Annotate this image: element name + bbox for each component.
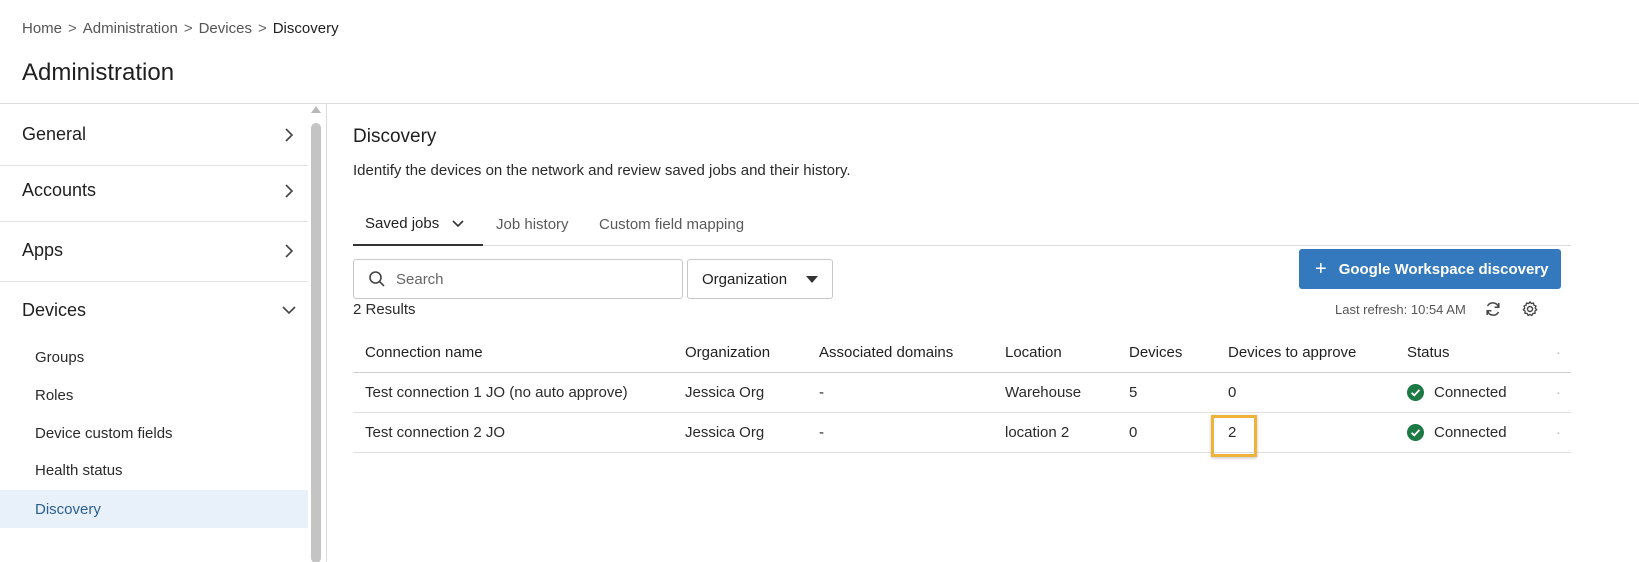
caret-down-icon <box>806 276 818 283</box>
gear-icon[interactable] <box>1521 300 1539 318</box>
sidebar-item-label: Discovery <box>35 500 101 518</box>
tab-label: Saved jobs <box>365 214 440 232</box>
cell-location: location 2 <box>1005 424 1070 441</box>
breadcrumb-current: Discovery <box>272 20 339 37</box>
breadcrumb-devices[interactable]: Devices <box>199 20 252 37</box>
main-content: Discovery Identify the devices on the ne… <box>327 104 1639 562</box>
sidebar-item-groups[interactable]: Groups <box>0 338 308 376</box>
chevron-down-icon <box>452 220 464 228</box>
cell-connection-name[interactable]: Test connection 1 JO (no auto approve) <box>365 373 628 412</box>
table-row[interactable]: Test connection 2 JO Jessica Org - locat… <box>353 413 1571 457</box>
chevron-down-icon <box>282 306 296 315</box>
tab-bar: Saved jobs Job history Custom field mapp… <box>353 202 1571 246</box>
last-refresh: Last refresh: 10:54 AM <box>1335 302 1466 317</box>
status-label: Connected <box>1434 384 1507 401</box>
sidebar-item-roles[interactable]: Roles <box>0 376 308 414</box>
tab-saved-jobs[interactable]: Saved jobs <box>353 202 483 246</box>
results-count: 2 Results <box>353 301 416 318</box>
sidebar-item-label: Device custom fields <box>35 424 173 442</box>
scroll-up-arrow-icon[interactable] <box>311 106 321 113</box>
column-header-status[interactable]: Status <box>1407 332 1450 372</box>
organization-filter-label: Organization <box>702 270 788 288</box>
sidebar-item-discovery[interactable]: Discovery <box>0 490 308 528</box>
sidebar-item-device-custom-fields[interactable]: Device custom fields <box>0 414 308 452</box>
column-overflow-indicator: · <box>1556 424 1561 441</box>
sidebar-item-label: Health status <box>35 461 123 479</box>
breadcrumb-separator: > <box>68 20 77 37</box>
cell-connection-name[interactable]: Test connection 2 JO <box>365 413 505 452</box>
tab-label: Custom field mapping <box>599 215 745 233</box>
section-description: Identify the devices on the network and … <box>353 162 851 179</box>
column-header-devices-to-approve[interactable]: Devices to approve <box>1228 332 1356 372</box>
column-header-location[interactable]: Location <box>1005 332 1062 372</box>
cell-devices: 5 <box>1129 384 1138 401</box>
cell-associated-domains: - <box>819 384 824 401</box>
cell-organization: Jessica Org <box>685 384 765 401</box>
sidebar-section-label: General <box>22 124 87 144</box>
column-header-associated-domains[interactable]: Associated domains <box>819 332 953 372</box>
cell-status: Connected <box>1407 373 1507 412</box>
search-box[interactable] <box>353 259 683 299</box>
cell-location: Warehouse <box>1005 384 1082 401</box>
sidebar-item-label: Roles <box>35 386 74 404</box>
chevron-right-icon <box>285 128 294 142</box>
status-label: Connected <box>1434 424 1507 441</box>
sidebar-section-label: Apps <box>22 240 64 260</box>
table-header: Connection name Organization Associated … <box>353 332 1571 373</box>
sidebar-section-label: Devices <box>22 299 87 320</box>
column-overflow-indicator: · <box>1556 343 1561 361</box>
tab-label: Job history <box>496 215 569 233</box>
button-label: Google Workspace discovery <box>1338 260 1549 278</box>
breadcrumb-separator: > <box>257 20 267 37</box>
table-row[interactable]: Test connection 1 JO (no auto approve) J… <box>353 373 1571 413</box>
chevron-right-icon <box>285 184 294 198</box>
chevron-right-icon <box>285 244 294 258</box>
column-header-organization[interactable]: Organization <box>685 332 770 372</box>
page-title: Administration <box>22 59 175 86</box>
refresh-icon[interactable] <box>1484 300 1502 318</box>
sidebar-scrollbar[interactable] <box>311 123 321 562</box>
tab-custom-field-mapping[interactable]: Custom field mapping <box>599 202 744 246</box>
breadcrumb: Home > Administration > Devices > Discov… <box>22 20 339 37</box>
breadcrumb-separator: > <box>183 20 193 37</box>
sidebar-section-general[interactable]: General <box>0 104 308 166</box>
sidebar-section-devices[interactable]: Devices <box>0 279 308 341</box>
sidebar: General Accounts Apps Devices Groups Rol… <box>0 104 308 562</box>
sidebar-section-label: Accounts <box>22 180 97 200</box>
plus-icon: + <box>1315 258 1327 280</box>
sidebar-item-label: Groups <box>35 348 85 366</box>
google-workspace-discovery-button[interactable]: + Google Workspace discovery <box>1299 249 1561 289</box>
section-title: Discovery <box>353 126 437 147</box>
search-input[interactable] <box>396 270 676 288</box>
column-header-devices[interactable]: Devices <box>1129 332 1182 372</box>
breadcrumb-administration[interactable]: Administration <box>83 20 178 37</box>
tab-job-history[interactable]: Job history <box>496 202 569 246</box>
sidebar-item-health-status[interactable]: Health status <box>0 451 308 489</box>
cell-status: Connected <box>1407 413 1507 452</box>
check-circle-icon <box>1407 424 1424 441</box>
column-overflow-indicator: · <box>1556 384 1561 401</box>
cell-devices-to-approve[interactable]: 2 <box>1228 413 1236 452</box>
cell-devices-to-approve[interactable]: 0 <box>1228 373 1236 412</box>
cell-organization: Jessica Org <box>685 424 765 441</box>
sidebar-section-apps[interactable]: Apps <box>0 220 308 282</box>
breadcrumb-home[interactable]: Home <box>22 20 62 37</box>
column-header-connection-name[interactable]: Connection name <box>365 332 483 372</box>
cell-associated-domains: - <box>819 424 824 441</box>
search-icon <box>369 271 385 287</box>
cell-devices: 0 <box>1129 424 1138 441</box>
organization-filter[interactable]: Organization <box>687 259 833 299</box>
sidebar-section-accounts[interactable]: Accounts <box>0 160 308 222</box>
check-circle-icon <box>1407 384 1424 401</box>
